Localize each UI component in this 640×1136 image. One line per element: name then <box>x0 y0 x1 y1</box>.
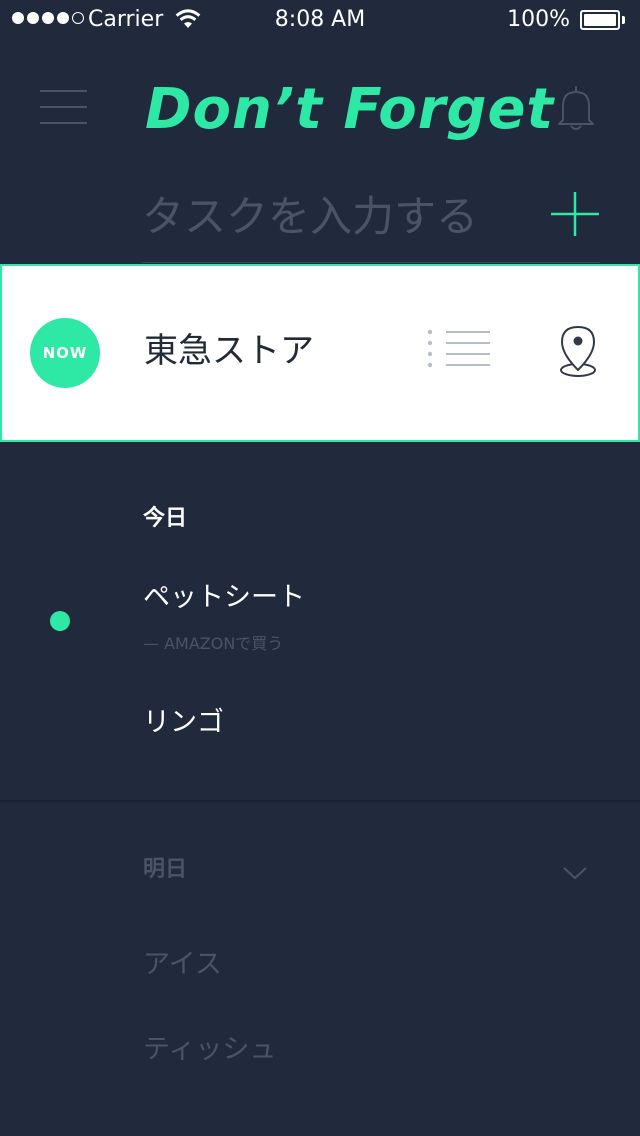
task-subtitle: — AMAZONで買う <box>143 634 284 653</box>
battery-icon <box>580 10 620 30</box>
chevron-down-icon[interactable] <box>562 864 588 882</box>
section-header-tomorrow[interactable]: 明日 <box>143 855 187 885</box>
hamburger-menu-icon[interactable] <box>40 90 87 124</box>
now-card[interactable]: NOW 東急ストア <box>0 264 640 442</box>
bell-icon[interactable] <box>556 84 596 132</box>
task-input[interactable] <box>142 184 532 248</box>
battery-percent: 100% <box>507 7 570 32</box>
section-divider <box>0 800 640 802</box>
task-title[interactable]: ペットシート <box>143 580 305 616</box>
plus-icon[interactable] <box>551 190 599 238</box>
task-title[interactable]: ティッシュ <box>143 1032 276 1068</box>
app-title: Don’t Forget <box>145 77 555 142</box>
now-badge: NOW <box>30 318 100 388</box>
status-bar: Carrier 8:08 AM 100% <box>0 0 640 40</box>
battery-tip <box>622 16 625 24</box>
active-task-dot <box>50 611 70 631</box>
section-header-today: 今日 <box>143 506 188 531</box>
map-pin-icon[interactable] <box>556 324 600 380</box>
store-name: 東急ストア <box>144 331 314 371</box>
task-title[interactable]: リンゴ <box>143 705 224 741</box>
list-icon[interactable] <box>426 328 492 374</box>
task-title[interactable]: アイス <box>143 947 222 983</box>
input-underline <box>142 262 600 263</box>
